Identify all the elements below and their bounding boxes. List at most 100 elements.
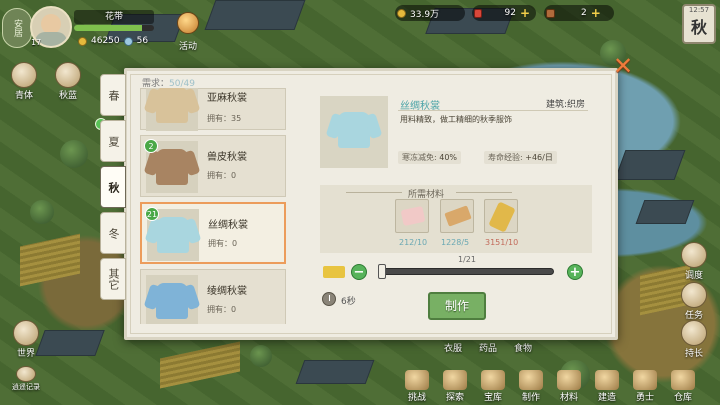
bottom-button-materials[interactable]: 材料 <box>552 370 586 403</box>
attr-life-exp: 寿命经验: +46/日 <box>484 151 557 164</box>
bottom-label: 探索 <box>445 393 464 403</box>
character-icon <box>11 62 37 88</box>
tree <box>30 200 54 224</box>
hp-bar-fill <box>74 25 142 31</box>
harvest-icon <box>55 62 81 88</box>
craft-time: 6秒 <box>341 297 356 307</box>
right-button-label: 调度 <box>684 271 703 281</box>
list-item-satin[interactable]: 绫绸秋裳 拥有：0 <box>140 269 286 324</box>
list-item-fur[interactable]: 2 兽皮秋裳 拥有：0 <box>140 135 286 197</box>
gem-icon <box>123 36 133 46</box>
satin-robe-icon <box>156 283 188 319</box>
add-gems-button[interactable]: + <box>520 6 530 20</box>
home-badge-label: 安居 <box>12 19 22 37</box>
tab-other[interactable]: 其它 <box>100 258 126 300</box>
bottom-label: 制作 <box>521 393 540 403</box>
game-time: 12:57 <box>688 6 710 14</box>
material-count: 3151/10 <box>485 238 519 247</box>
divider <box>346 192 402 193</box>
left-button-label: 青体 <box>14 91 33 101</box>
right-button-tasks[interactable]: 任务 <box>676 282 712 321</box>
player-name: 花带 <box>104 12 123 22</box>
increase-button[interactable]: + <box>567 264 583 280</box>
bottom-button-craft[interactable]: 制作 <box>514 370 548 403</box>
bottom-button-warehouse[interactable]: 仓库 <box>666 370 700 403</box>
gem-resource[interactable]: 92 + <box>472 5 536 21</box>
close-button[interactable]: ✕ <box>612 54 634 78</box>
player-name-bar: 花带 <box>74 10 154 24</box>
detail-description: 用料精致，做工精细的秋季服饰 <box>400 115 512 124</box>
ticket-icon <box>546 8 555 18</box>
quantity-slider[interactable] <box>378 268 554 275</box>
bottom-button-challenge[interactable]: 挑战 <box>400 370 434 403</box>
bottom-label: 材料 <box>559 393 578 403</box>
crop-field <box>20 233 80 287</box>
left-button-1[interactable]: 青体 <box>6 62 42 101</box>
silk-cloth-icon[interactable] <box>395 199 429 233</box>
divider <box>398 110 588 111</box>
event-label: 活动 <box>178 42 197 52</box>
home-badge[interactable]: 安居 <box>2 8 32 48</box>
craft-button[interactable]: 制作 <box>428 292 486 320</box>
right-button-elder[interactable]: 持长 <box>676 320 712 359</box>
list-item-silk[interactable]: 21 丝绸秋裳 拥有：0 <box>140 202 286 264</box>
crop-field <box>160 341 240 389</box>
decrease-button[interactable]: − <box>351 264 367 280</box>
add-tickets-button[interactable]: + <box>591 6 601 20</box>
attr-cold-reduction: 寒冻减免: 40% <box>398 151 462 164</box>
event-button[interactable]: 活动 <box>172 12 204 53</box>
right-button-label: 持长 <box>684 349 703 359</box>
item-owned: 拥有：0 <box>207 171 237 180</box>
item-name: 兽皮秋裳 <box>207 152 247 163</box>
bottom-label: 仓库 <box>673 393 692 403</box>
ticket-resource[interactable]: 2 + <box>544 5 614 21</box>
dispatch-icon <box>681 242 707 268</box>
tab-winter[interactable]: 冬 <box>100 212 126 254</box>
bottom-button-build[interactable]: 建造 <box>590 370 624 403</box>
fur-robe-icon <box>156 149 188 185</box>
copper-resource[interactable]: 33.9万 <box>395 5 465 21</box>
bottom-button-explore[interactable]: 探索 <box>438 370 472 403</box>
list-item-linen[interactable]: 亚麻秋裳 拥有：35 <box>140 88 286 131</box>
item-thumb <box>146 88 198 131</box>
right-button-dispatch[interactable]: 调度 <box>676 242 712 281</box>
item-badge: 2 <box>144 139 158 153</box>
warehouse-icon <box>671 370 695 390</box>
build-icon <box>595 370 619 390</box>
tab-autumn[interactable]: 秋 <box>100 166 126 208</box>
garment-list: 亚麻秋裳 拥有：35 2 兽皮秋裳 拥有：0 21 丝绸秋裳 拥有：0 绫绸秋裳… <box>140 88 290 324</box>
copper-value: 33.9万 <box>410 9 440 20</box>
item-name: 绫绸秋裳 <box>207 286 247 297</box>
tab-summer[interactable]: 夏 <box>100 120 126 162</box>
current-season: 秋 <box>690 18 707 37</box>
copper-coin-icon <box>397 8 406 18</box>
world-icon <box>13 320 39 346</box>
slider-handle[interactable] <box>378 264 386 279</box>
bottom-label: 建造 <box>597 393 616 403</box>
bottom-label: 宝库 <box>483 393 502 403</box>
season-indicator[interactable]: 12:57 秋 <box>682 4 716 44</box>
detail-thumb <box>320 96 388 168</box>
attr-value: 40% <box>439 153 458 162</box>
thread-spool-icon[interactable] <box>484 199 518 233</box>
left-button-2[interactable]: 秋蓝 <box>50 62 86 101</box>
season-tabs: 春 夏 秋 冬 其它 <box>100 74 128 304</box>
map-label: 衣服 <box>444 344 463 354</box>
record-label: 逍遥记录 <box>12 383 40 391</box>
scroll-icon[interactable] <box>440 199 474 233</box>
max-quantity-icon[interactable] <box>323 266 345 278</box>
map-label: 食物 <box>514 344 533 354</box>
bottom-button-warriors[interactable]: 勇士 <box>628 370 662 403</box>
record-button[interactable]: 逍遥记录 <box>4 366 48 392</box>
tab-spring[interactable]: 春 <box>100 74 126 116</box>
bottom-label: 挑战 <box>407 393 426 403</box>
house-roof <box>635 200 695 224</box>
attr-label: 寿命经验: <box>488 153 523 162</box>
house-roof <box>35 330 105 356</box>
bottom-label: 勇士 <box>635 393 654 403</box>
world-button[interactable]: 世界 <box>8 320 44 359</box>
house-roof <box>614 150 686 180</box>
material-count: 212/10 <box>399 238 428 247</box>
bottom-button-treasury[interactable]: 宝库 <box>476 370 510 403</box>
divider <box>456 192 512 193</box>
